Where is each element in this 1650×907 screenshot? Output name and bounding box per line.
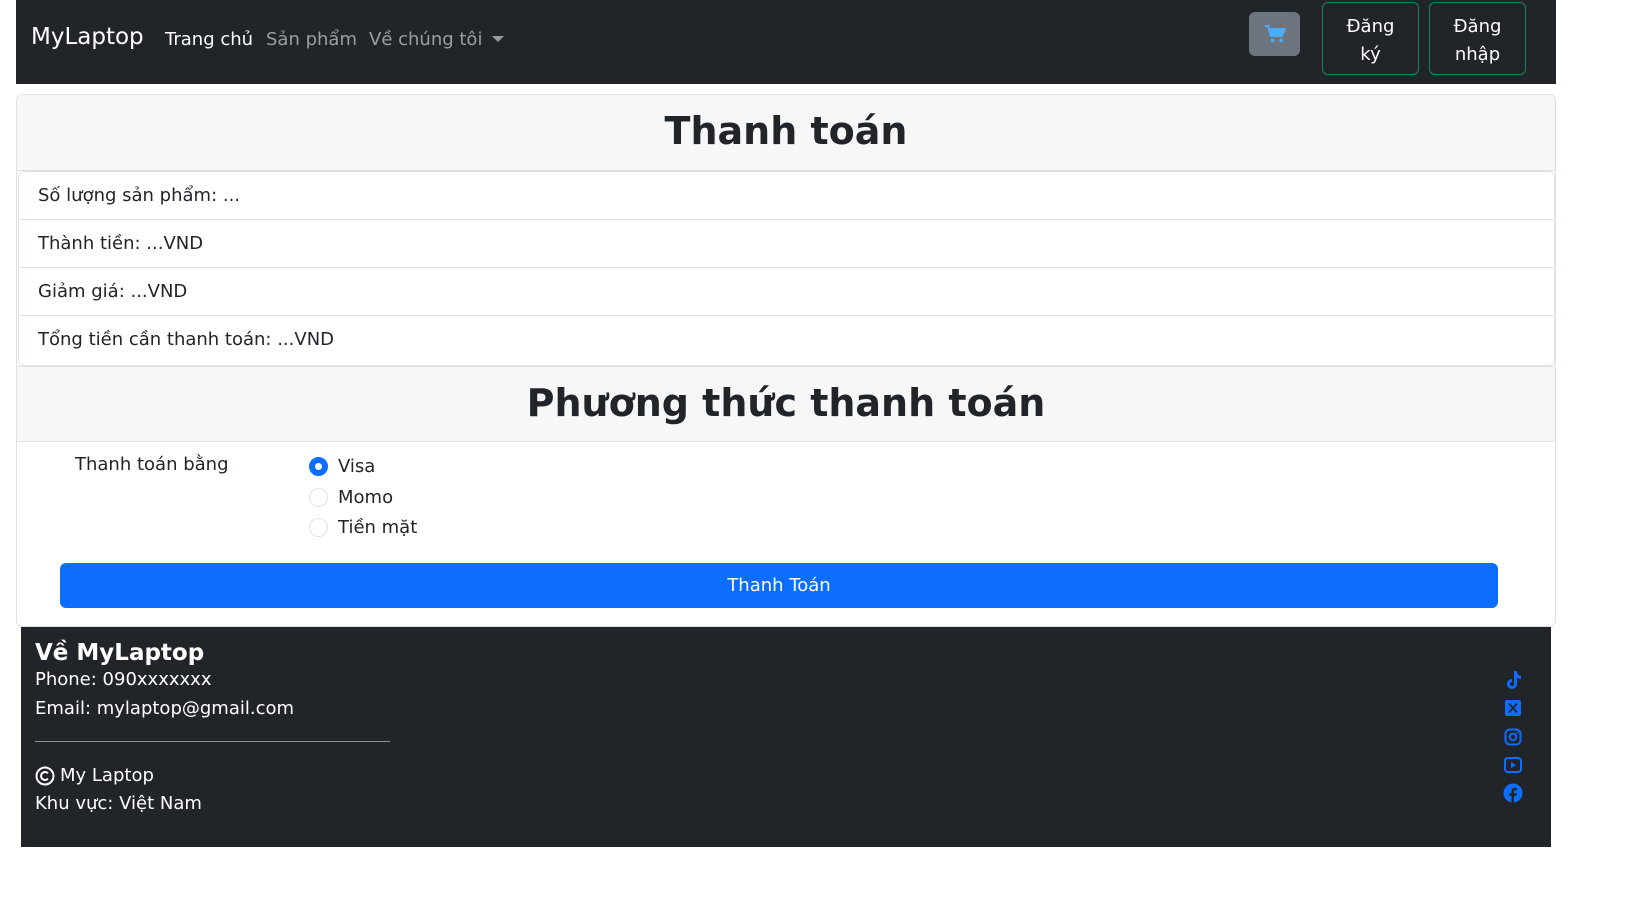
cart-button[interactable]	[1249, 12, 1300, 56]
nav-link-home[interactable]: Trang chủ	[165, 29, 253, 50]
radio-visa[interactable]	[309, 456, 328, 476]
login-button[interactable]: Đăng nhập	[1429, 2, 1526, 75]
payment-method-title: Phương thức thanh toán	[17, 366, 1555, 442]
nav-dropdown-about[interactable]: Về chúng tôi	[369, 29, 505, 50]
footer-phone: Phone: 090xxxxxxx	[35, 669, 212, 690]
facebook-icon[interactable]	[1503, 783, 1523, 803]
tiktok-icon[interactable]	[1503, 670, 1523, 690]
register-button[interactable]: Đăng ký	[1322, 2, 1419, 75]
radio-option-cash[interactable]: Tiền mặt	[309, 513, 417, 541]
summary-quantity: Số lượng sản phẩm: ...	[19, 172, 1554, 220]
radio-option-momo[interactable]: Momo	[309, 483, 393, 511]
radio-option-visa[interactable]: Visa	[309, 452, 375, 480]
radio-cash-label: Tiền mặt	[338, 516, 418, 538]
radio-cash[interactable]	[309, 517, 328, 537]
footer-copyright: My Laptop	[35, 765, 154, 786]
payment-title: Thanh toán	[17, 95, 1555, 171]
radio-momo-label: Momo	[338, 486, 394, 508]
site-footer: Về MyLaptop Phone: 090xxxxxxx Email: myl…	[21, 627, 1551, 847]
nav-link-products[interactable]: Sản phẩm	[266, 29, 357, 50]
chevron-down-icon	[492, 36, 505, 42]
pay-with-label: Thanh toán bằng	[75, 454, 229, 475]
copyright-icon	[35, 766, 55, 785]
instagram-icon[interactable]	[1503, 727, 1523, 747]
footer-title: Về MyLaptop	[35, 640, 205, 666]
youtube-icon[interactable]	[1503, 755, 1523, 775]
order-summary-list: Số lượng sản phẩm: ... Thành tiền: ...VN…	[18, 171, 1555, 366]
footer-copyright-text: My Laptop	[60, 765, 154, 786]
footer-email: Email: mylaptop@gmail.com	[35, 698, 295, 719]
summary-discount: Giảm giá: ...VND	[19, 268, 1554, 316]
nav-dropdown-about-label: Về chúng tôi	[369, 29, 483, 50]
payment-card: Thanh toán Số lượng sản phẩm: ... Thành …	[16, 94, 1556, 627]
radio-momo[interactable]	[309, 487, 328, 507]
summary-subtotal: Thành tiền: ...VND	[19, 220, 1554, 268]
x-twitter-icon[interactable]	[1503, 698, 1523, 718]
radio-visa-label: Visa	[338, 455, 376, 477]
cart-icon	[1264, 25, 1286, 43]
top-navbar: MyLaptop Trang chủ Sản phẩm Về chúng tôi…	[16, 0, 1556, 84]
footer-divider	[35, 741, 390, 742]
summary-total: Tổng tiền cần thanh toán: ...VND	[38, 329, 335, 350]
brand-logo[interactable]: MyLaptop	[31, 24, 144, 50]
checkout-button[interactable]: Thanh Toán	[60, 563, 1498, 608]
footer-region: Khu vực: Việt Nam	[35, 793, 202, 814]
